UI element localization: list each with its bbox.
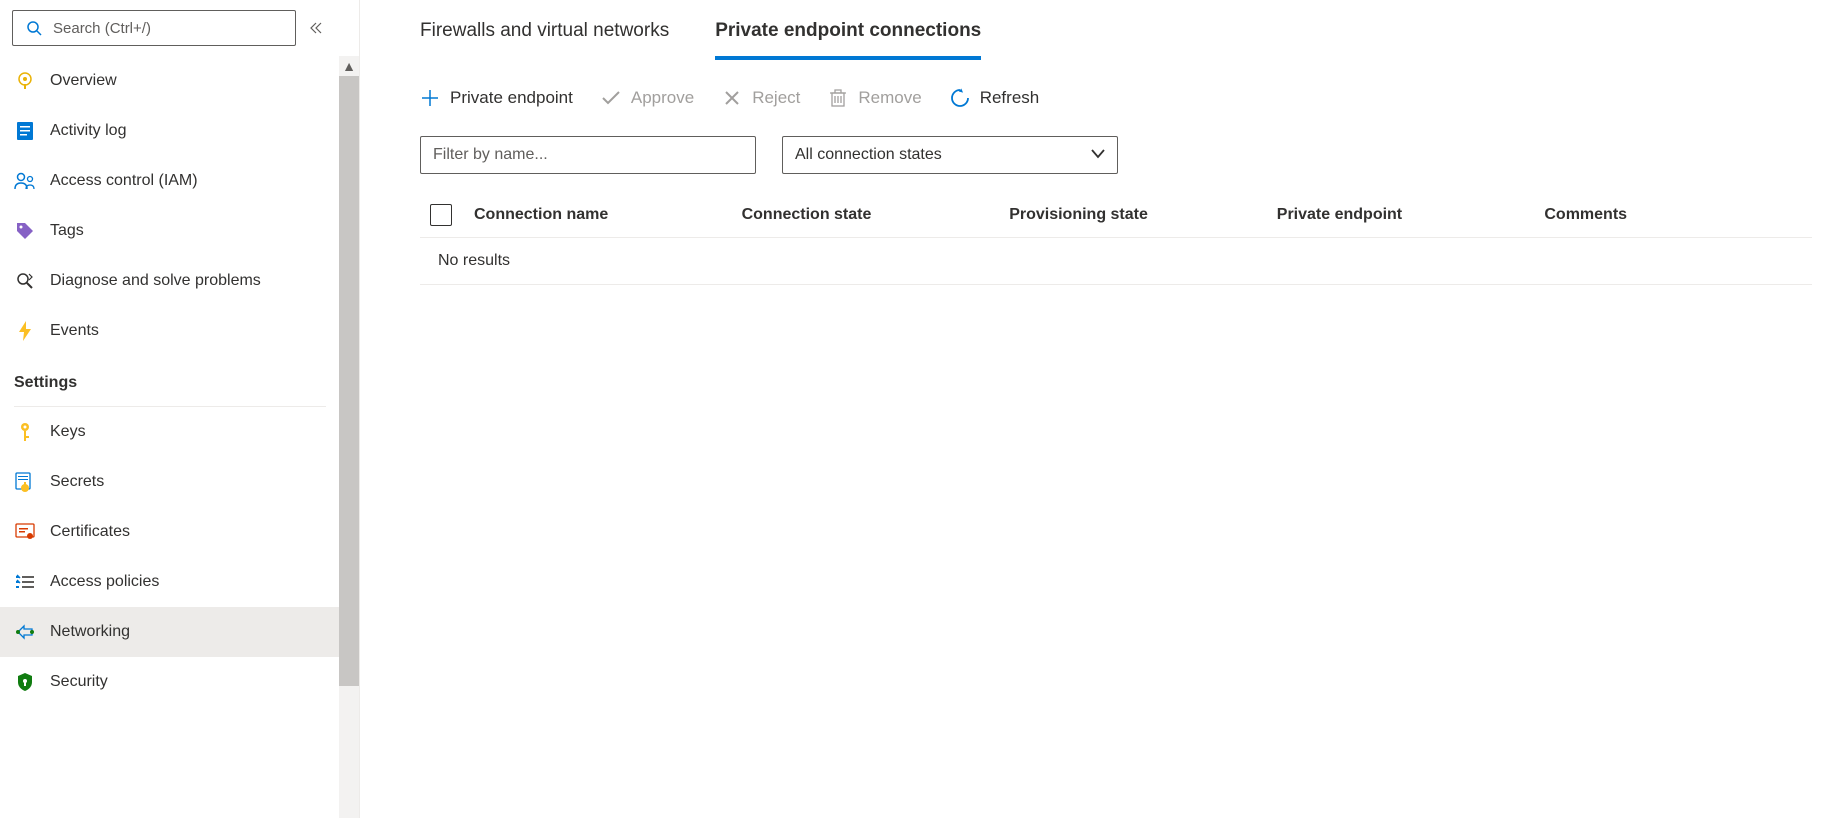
- diagnose-icon: [14, 270, 36, 292]
- keys-icon: [14, 421, 36, 443]
- sidebar-item-activity-log[interactable]: Activity log: [0, 106, 340, 156]
- refresh-icon: [950, 88, 970, 108]
- toolbar: Private endpoint Approve Reject Remove R…: [420, 88, 1812, 108]
- sidebar-item-secrets[interactable]: Secrets: [0, 457, 340, 507]
- toolbar-label: Private endpoint: [450, 88, 573, 108]
- select-value: All connection states: [795, 146, 942, 164]
- table-header: Connection name Connection state Provisi…: [420, 192, 1812, 238]
- sidebar-item-label: Certificates: [50, 523, 130, 541]
- sidebar-item-events[interactable]: Events: [0, 306, 340, 356]
- tags-icon: [14, 220, 36, 242]
- sidebar-item-overview[interactable]: Overview: [0, 56, 340, 106]
- check-icon: [601, 88, 621, 108]
- sidebar-item-security[interactable]: Security: [0, 657, 340, 707]
- trash-icon: [828, 88, 848, 108]
- security-icon: [14, 671, 36, 693]
- tabs: Firewalls and virtual networks Private e…: [420, 20, 1812, 60]
- key-vault-icon: [14, 70, 36, 92]
- certificates-icon: [14, 521, 36, 543]
- reject-button: Reject: [722, 88, 800, 108]
- sidebar-item-access-policies[interactable]: Access policies: [0, 557, 340, 607]
- sidebar-item-label: Events: [50, 322, 99, 340]
- sidebar-item-label: Overview: [50, 72, 117, 90]
- toolbar-label: Reject: [752, 88, 800, 108]
- scroll-thumb[interactable]: [339, 76, 359, 686]
- sidebar-item-label: Diagnose and solve problems: [50, 272, 261, 290]
- sidebar-item-label: Keys: [50, 423, 86, 441]
- search-icon: [23, 17, 45, 39]
- sidebar-nav: Overview Activity log Access control (IA…: [0, 56, 340, 818]
- tab-firewalls[interactable]: Firewalls and virtual networks: [420, 20, 669, 60]
- events-icon: [14, 320, 36, 342]
- sidebar-item-label: Access control (IAM): [50, 172, 198, 190]
- column-connection-name[interactable]: Connection name: [474, 206, 742, 224]
- sidebar-item-label: Activity log: [50, 122, 126, 140]
- plus-icon: [420, 88, 440, 108]
- sidebar-scrollbar[interactable]: ▲: [339, 56, 359, 818]
- approve-button: Approve: [601, 88, 694, 108]
- sidebar-item-tags[interactable]: Tags: [0, 206, 340, 256]
- connection-state-select[interactable]: All connection states: [782, 136, 1118, 174]
- activity-log-icon: [14, 120, 36, 142]
- search-box[interactable]: [12, 10, 296, 46]
- sidebar-section-settings: Settings: [0, 356, 340, 400]
- search-input[interactable]: [53, 20, 285, 37]
- x-icon: [722, 88, 742, 108]
- sidebar-item-label: Secrets: [50, 473, 104, 491]
- secrets-icon: [14, 471, 36, 493]
- connections-table: Connection name Connection state Provisi…: [420, 192, 1812, 285]
- sidebar-item-label: Access policies: [50, 573, 159, 591]
- collapse-sidebar-button[interactable]: [304, 16, 328, 40]
- sidebar: Overview Activity log Access control (IA…: [0, 0, 360, 818]
- sidebar-item-keys[interactable]: Keys: [0, 407, 340, 457]
- sidebar-item-label: Security: [50, 673, 108, 691]
- access-policies-icon: [14, 571, 36, 593]
- filter-by-name-input[interactable]: [420, 136, 756, 174]
- chevron-down-icon: [1091, 146, 1105, 164]
- select-all-checkbox[interactable]: [430, 204, 452, 226]
- tab-private-endpoints[interactable]: Private endpoint connections: [715, 20, 981, 60]
- toolbar-label: Refresh: [980, 88, 1040, 108]
- refresh-button[interactable]: Refresh: [950, 88, 1040, 108]
- empty-results: No results: [420, 238, 1812, 285]
- sidebar-item-access-control[interactable]: Access control (IAM): [0, 156, 340, 206]
- access-control-icon: [14, 170, 36, 192]
- column-comments[interactable]: Comments: [1544, 206, 1812, 224]
- column-private-endpoint[interactable]: Private endpoint: [1277, 206, 1545, 224]
- remove-button: Remove: [828, 88, 921, 108]
- sidebar-item-label: Tags: [50, 222, 84, 240]
- sidebar-item-certificates[interactable]: Certificates: [0, 507, 340, 557]
- scroll-up-arrow[interactable]: ▲: [339, 56, 359, 76]
- column-connection-state[interactable]: Connection state: [742, 206, 1010, 224]
- networking-icon: [14, 621, 36, 643]
- toolbar-label: Remove: [858, 88, 921, 108]
- add-private-endpoint-button[interactable]: Private endpoint: [420, 88, 573, 108]
- toolbar-label: Approve: [631, 88, 694, 108]
- filters: All connection states: [420, 136, 1812, 174]
- column-provisioning-state[interactable]: Provisioning state: [1009, 206, 1277, 224]
- sidebar-item-label: Networking: [50, 623, 130, 641]
- sidebar-item-networking[interactable]: Networking: [0, 607, 340, 657]
- main-content: Firewalls and virtual networks Private e…: [360, 0, 1842, 818]
- sidebar-item-diagnose[interactable]: Diagnose and solve problems: [0, 256, 340, 306]
